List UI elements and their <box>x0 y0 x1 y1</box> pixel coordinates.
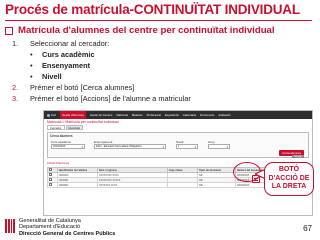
group-select[interactable] <box>208 144 230 149</box>
tab-bar: Cercador Resultats <box>44 125 312 130</box>
substep-study: • Ensenyament <box>30 61 91 70</box>
nav-item-subjects[interactable]: Matèries <box>132 113 143 117</box>
nav-item-documents[interactable]: Documents <box>200 113 214 117</box>
nav-item-calendars[interactable]: Calendaris <box>183 113 196 117</box>
table-cell: 0000002 <box>57 182 98 188</box>
search-panel: Cerca alumnes Curs acadèmic 2019/2020 En… <box>47 132 309 158</box>
callout-line: LA DRETA <box>271 183 307 191</box>
step-text: Prémer el botó [Cerca alumnes] <box>30 83 135 92</box>
substep-label: Curs acadèmic <box>42 50 95 59</box>
callout-box: BOTÓ D'ACCIÓ DE LA DRETA <box>264 162 314 196</box>
substep-label: Nivell <box>42 72 62 81</box>
bullet-dot: • <box>30 61 33 70</box>
footer-directorate: Direcció General de Centres Públics <box>19 230 116 237</box>
title-divider <box>5 20 312 21</box>
substep-course: • Curs acadèmic <box>30 50 95 59</box>
slide-subtitle: Matrícula d'alumnes del centre per conti… <box>5 25 275 36</box>
checkbox-bullet-icon <box>5 26 13 35</box>
table-cell: NIF <box>197 182 236 188</box>
generalitat-logo-icon <box>5 219 15 233</box>
clear-button[interactable]: Netejar <box>292 155 304 158</box>
tab-results[interactable]: Resultats <box>65 125 84 130</box>
step-text: Prémer el botó [Accions] de l'alumne a m… <box>30 94 191 103</box>
select-all-checkbox[interactable] <box>49 168 52 171</box>
study-select[interactable]: ESO - Educació Secundària Obligatòria <box>94 144 166 149</box>
home-icon <box>47 113 50 117</box>
level-select[interactable]: 1 <box>176 144 198 149</box>
app-nav-bar: Inici Gestió d'Alumnes Gestió de Centres… <box>44 111 312 119</box>
substep-label: Ensenyament <box>42 61 91 70</box>
nav-item-students[interactable]: Gestió d'Alumnes <box>59 111 86 119</box>
substep-level: • Nivell <box>30 72 62 81</box>
nav-item-enrolment[interactable]: Matrícula <box>116 113 128 117</box>
nav-item-evaluation[interactable]: Avaluació <box>218 113 230 117</box>
slide-title: Procés de matrícula-CONTINUÏTAT INDIVIDU… <box>5 2 300 17</box>
table-cell: XXXXXXX XXXX <box>97 182 168 188</box>
callout-line: D'ACCIÓ DE <box>268 174 310 182</box>
nav-item-home[interactable]: Inici <box>47 113 56 117</box>
step-number: 3. <box>12 94 19 103</box>
nav-item-centres[interactable]: Gestió de Centres <box>90 113 113 117</box>
callout-line: BOTÓ <box>278 166 300 173</box>
tab-search[interactable]: Cercador <box>47 125 65 130</box>
table-cell <box>167 182 198 188</box>
footer: Generalitat de Catalunya Departament d'E… <box>5 218 115 237</box>
nav-item-teachers[interactable]: Professorat <box>147 113 161 117</box>
search-panel-title: Cerca alumnes <box>50 134 73 138</box>
step-number: 1. <box>12 39 19 48</box>
row-checkbox[interactable] <box>49 173 52 176</box>
bullet-dot: • <box>30 50 33 59</box>
step-text: Seleccionar al cercador: <box>30 39 110 48</box>
page-number: 67 <box>303 224 312 233</box>
nav-item-records[interactable]: Expedients <box>165 113 179 117</box>
row-checkbox[interactable] <box>49 183 52 186</box>
subtitle-text: Matrícula d'alumnes del centre per conti… <box>18 25 275 36</box>
row-select-cell <box>47 182 58 188</box>
step-number: 2. <box>12 83 19 92</box>
bullet-dot: • <box>30 72 33 81</box>
row-checkbox[interactable] <box>49 178 52 181</box>
course-select[interactable]: 2019/2020 <box>51 144 85 149</box>
footer-text: Generalitat de Catalunya Departament d'E… <box>19 218 115 237</box>
